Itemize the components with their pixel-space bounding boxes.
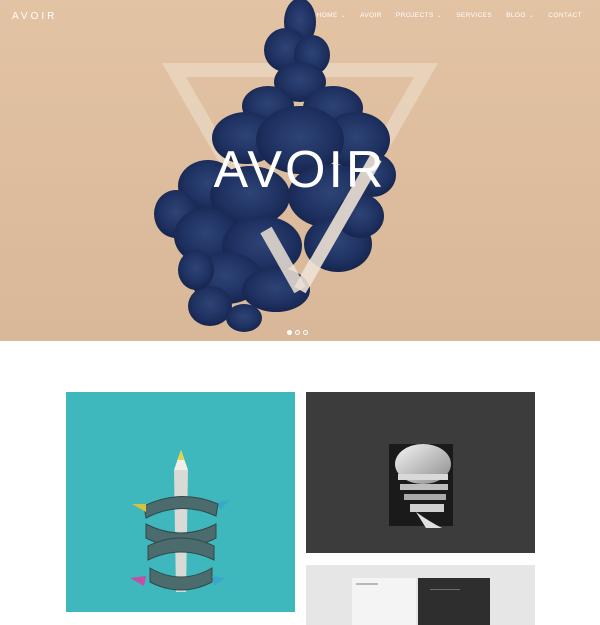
nav-item-label: AVOIR xyxy=(360,12,382,19)
slider-dot-1[interactable] xyxy=(287,330,292,335)
portfolio-item-hand[interactable] xyxy=(306,392,535,553)
nav-item-label: PROJECTS xyxy=(395,12,434,19)
portfolio-item-pencil[interactable] xyxy=(66,392,295,612)
nav-item-contact[interactable]: CONTACT xyxy=(548,12,582,19)
nav-item-projects[interactable]: PROJECTS ⌄ xyxy=(396,12,442,19)
portfolio-item-print[interactable] xyxy=(306,565,535,625)
nav-item-avoir[interactable]: AVOIR xyxy=(360,12,382,19)
slider-pagination xyxy=(287,330,308,335)
chevron-down-icon: ⌄ xyxy=(436,13,443,19)
nav-item-label: SERVICES xyxy=(456,12,493,19)
slider-dot-3[interactable] xyxy=(303,330,308,335)
nav-item-label: BLOG xyxy=(506,12,526,19)
hero-title: AVOIR xyxy=(213,141,387,199)
print-layout-image xyxy=(352,578,490,625)
nav-item-label: HOME xyxy=(316,12,338,19)
site-logo[interactable]: AVOIR xyxy=(12,11,57,22)
main-nav: HOME ⌄ AVOIR PROJECTS ⌄ SERVICES BLOG ⌄ … xyxy=(303,12,582,19)
hero-slider: AVOIR HOME ⌄ AVOIR PROJECTS ⌄ SERVICES B… xyxy=(0,0,600,341)
nav-item-label: CONTACT xyxy=(548,12,582,19)
hand-portrait-image xyxy=(389,444,453,528)
chevron-down-icon: ⌄ xyxy=(340,13,347,19)
nav-item-blog[interactable]: BLOG ⌄ xyxy=(506,12,534,19)
nav-item-services[interactable]: SERVICES xyxy=(456,12,492,19)
slider-dot-2[interactable] xyxy=(295,330,300,335)
pencil-sculpture-image xyxy=(130,450,230,592)
nav-item-home[interactable]: HOME ⌄ xyxy=(317,12,347,19)
chevron-down-icon: ⌄ xyxy=(528,13,535,19)
